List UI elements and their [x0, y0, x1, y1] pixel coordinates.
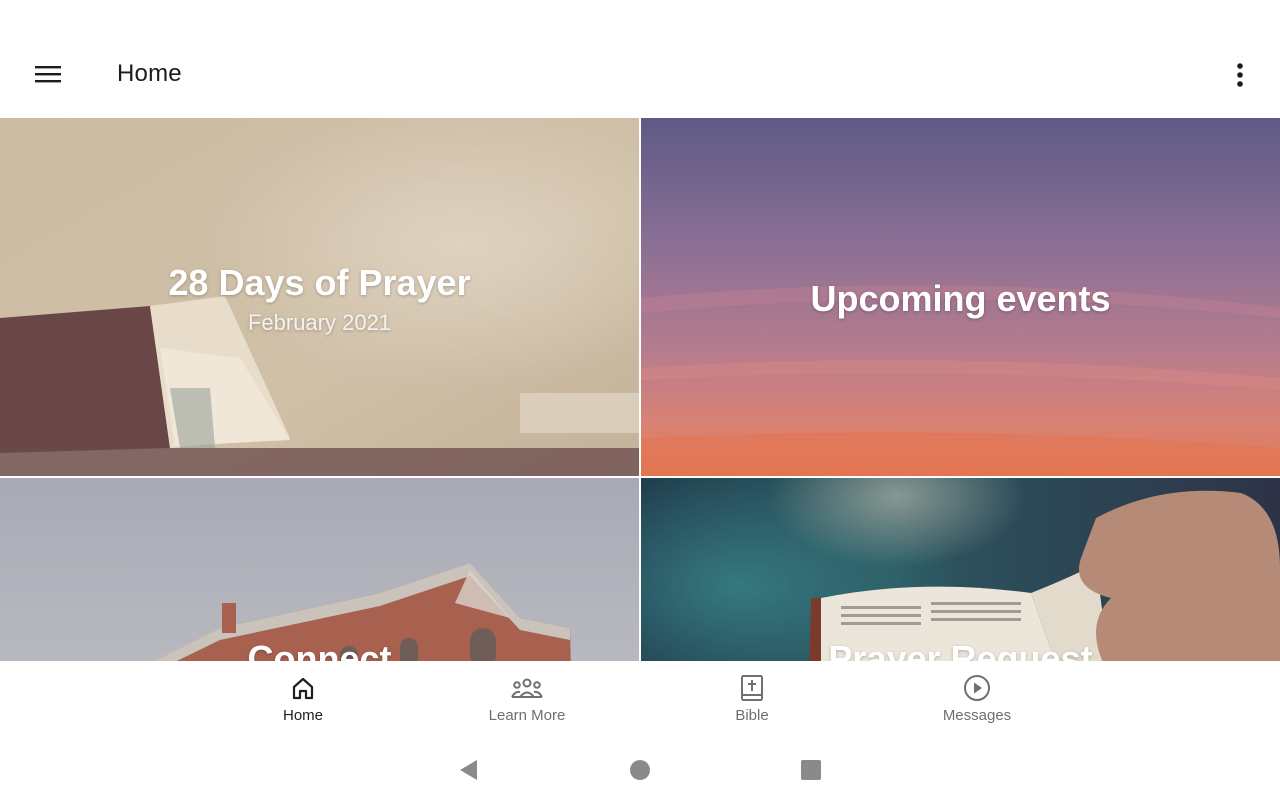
system-recents-button[interactable] — [796, 755, 826, 785]
tile-background-image — [0, 478, 639, 661]
bible-icon — [740, 673, 764, 703]
page-title: Home — [117, 60, 182, 87]
tile-label-group: Prayer Request — [641, 638, 1280, 661]
tile-title: 28 Days of Prayer — [168, 262, 471, 303]
tile-subtitle: February 2021 — [247, 310, 392, 335]
top-app-bar: Home — [0, 0, 1280, 118]
nav-label: Home — [282, 707, 323, 724]
nav-item-messages[interactable]: Messages — [907, 661, 1047, 739]
tile-title: Connect — [247, 638, 392, 661]
menu-button[interactable] — [24, 52, 72, 96]
hamburger-menu-icon — [35, 66, 61, 83]
nav-label: Bible — [735, 707, 769, 724]
recents-square-icon — [801, 760, 821, 780]
nav-label: Learn More — [488, 707, 566, 724]
tile-28-days-of-prayer[interactable]: 28 Days of Prayer February 2021 — [0, 118, 639, 476]
tile-background-image — [641, 478, 1280, 661]
more-vertical-icon — [1237, 63, 1243, 87]
tile-title: Upcoming events — [810, 278, 1111, 319]
nav-item-learn-more[interactable]: Learn More — [457, 661, 597, 739]
back-triangle-icon — [460, 760, 477, 780]
people-group-icon — [510, 673, 544, 703]
nav-item-home[interactable]: Home — [233, 661, 373, 739]
tile-upcoming-events[interactable]: Upcoming events — [641, 118, 1280, 476]
home-tiles-grid: 28 Days of Prayer February 2021 Upcoming… — [0, 118, 1280, 661]
tile-connect[interactable]: Connect — [0, 478, 639, 661]
app-root: Home 28 Days of Prayer February 2021 Upc… — [0, 0, 1280, 800]
tile-label-group: 28 Days of Prayer February 2021 — [0, 262, 639, 336]
tile-prayer-request[interactable]: Prayer Request — [641, 478, 1280, 661]
system-navigation-bar — [0, 739, 1280, 800]
home-icon — [290, 673, 316, 703]
nav-label: Messages — [942, 707, 1012, 724]
nav-item-bible[interactable]: Bible — [682, 661, 822, 739]
tile-label-group: Connect — [0, 638, 639, 661]
home-circle-icon — [630, 760, 650, 780]
tile-title: Prayer Request — [828, 638, 1093, 661]
tile-label-group: Upcoming events — [641, 278, 1280, 320]
bottom-navigation-bar: Home Learn More Bible Messages — [0, 661, 1280, 739]
system-back-button[interactable] — [453, 755, 483, 785]
play-circle-icon — [963, 673, 991, 703]
overflow-menu-button[interactable] — [1222, 54, 1258, 96]
system-home-button[interactable] — [625, 755, 655, 785]
